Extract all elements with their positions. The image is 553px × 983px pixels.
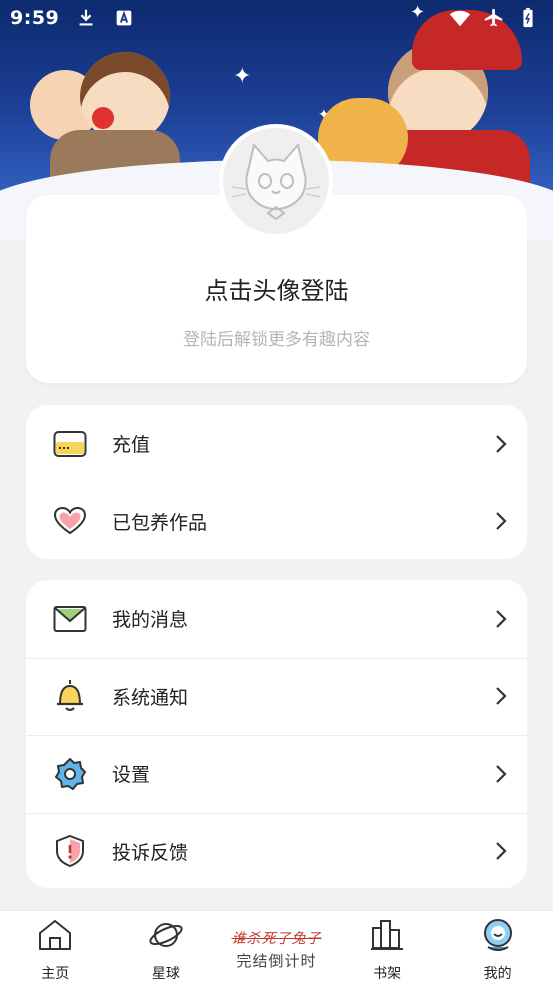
chevron-right-icon: [496, 842, 507, 861]
nav-bookshelf[interactable]: 书架: [332, 911, 443, 983]
airplane-icon: [484, 8, 503, 27]
menu-group-wallet: 充值 已包养作品: [26, 405, 527, 559]
nav-promo-banner[interactable]: 谁杀死了兔子 完结倒计时: [221, 911, 332, 983]
download-icon: [79, 9, 93, 26]
battery-icon: [523, 7, 533, 28]
menu-item-system-notice[interactable]: 系统通知: [26, 657, 527, 736]
status-bar: 9:59: [0, 0, 553, 36]
wifi-icon: [449, 10, 471, 27]
login-title[interactable]: 点击头像登陆: [26, 271, 527, 306]
nav-label-planet: 星球: [151, 966, 180, 982]
menu-item-settings[interactable]: 设置: [26, 735, 527, 813]
profile-mascot-icon: [480, 917, 516, 953]
menu-item-messages[interactable]: 我的消息: [26, 580, 527, 658]
bottom-nav: 主页 星球 谁杀死了兔子 完结倒计时 书架 我的: [0, 910, 553, 983]
bell-icon: [52, 678, 88, 714]
nav-label-bookshelf: 书架: [373, 966, 402, 982]
red-nose-icon: [92, 107, 114, 129]
home-icon: [37, 917, 73, 953]
nav-planet[interactable]: 星球: [111, 911, 222, 983]
bookshelf-icon: [369, 917, 405, 953]
heart-icon: [52, 503, 88, 539]
menu-item-feedback[interactable]: 投诉反馈: [26, 812, 527, 889]
sparkle-icon: ✦: [233, 64, 252, 89]
chevron-right-icon: [496, 434, 507, 453]
menu-label-feedback: 投诉反馈: [112, 841, 189, 864]
promo-subtitle: 完结倒计时: [236, 951, 317, 970]
mail-icon: [52, 601, 88, 637]
menu-label-recharge: 充值: [112, 434, 151, 457]
menu-label-settings: 设置: [112, 764, 151, 787]
chevron-right-icon: [496, 609, 507, 628]
menu-label-messages: 我的消息: [112, 609, 189, 632]
login-subtitle: 登陆后解锁更多有趣内容: [183, 330, 370, 350]
chevron-right-icon: [496, 687, 507, 706]
menu-label-supported-works: 已包养作品: [112, 511, 208, 534]
nav-label-home: 主页: [41, 966, 70, 982]
menu-item-recharge[interactable]: 充值: [26, 405, 527, 483]
chevron-right-icon: [496, 512, 507, 531]
nav-label-mine: 我的: [483, 966, 512, 982]
status-time: 9:59: [10, 7, 60, 29]
gear-icon: [52, 756, 88, 792]
nav-home[interactable]: 主页: [0, 911, 111, 983]
card-icon: [52, 426, 88, 462]
cat-avatar-icon: [231, 142, 321, 221]
menu-label-system-notice: 系统通知: [112, 686, 189, 709]
shield-icon: [52, 833, 88, 869]
nav-mine[interactable]: 我的: [442, 911, 553, 983]
promo-title: 谁杀死了兔子: [231, 930, 322, 947]
banner-character-middle: [80, 52, 170, 142]
menu-group-general: 我的消息 系统通知 设置 投诉反馈: [26, 580, 527, 888]
chevron-right-icon: [496, 764, 507, 783]
a-icon: [116, 10, 132, 26]
planet-icon: [148, 917, 184, 953]
avatar[interactable]: [219, 124, 333, 238]
menu-item-supported-works[interactable]: 已包养作品: [26, 483, 527, 560]
